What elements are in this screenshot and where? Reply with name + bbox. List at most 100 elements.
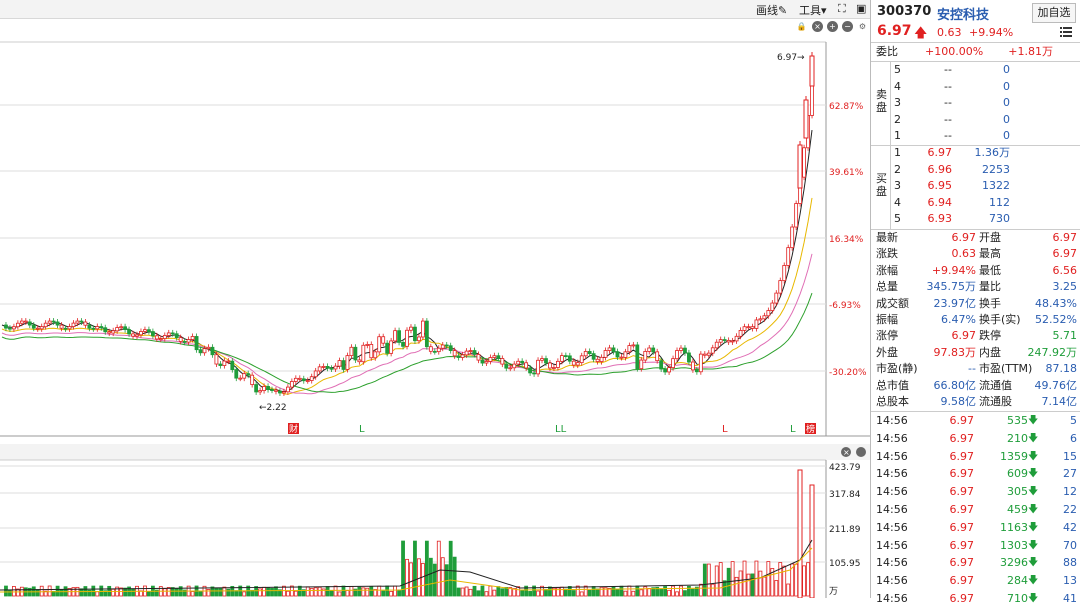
- volume-settings-icon[interactable]: [856, 447, 866, 457]
- volume-bar: [802, 565, 806, 597]
- tick-count: 5: [1070, 414, 1077, 427]
- candle-body: [528, 367, 533, 374]
- menu-icon[interactable]: [1060, 27, 1072, 37]
- order-book-row[interactable]: 5 6.93 730: [871, 211, 1080, 227]
- candle-body: [583, 351, 588, 357]
- order-book-row[interactable]: 4 -- 0: [871, 79, 1080, 95]
- order-book-row[interactable]: 3 -- 0: [871, 95, 1080, 111]
- candle-body: [643, 351, 648, 361]
- quote-row: 最新 6.97 开盘 6.97: [871, 230, 1080, 246]
- candle-body: [8, 327, 12, 330]
- tick-volume: 3296: [1000, 556, 1028, 570]
- volume-bar: [504, 587, 509, 597]
- candle-body: [83, 321, 88, 326]
- book-volume: 0: [1003, 96, 1010, 110]
- book-price: --: [944, 112, 952, 126]
- volume-bar: [329, 589, 334, 597]
- price-change-pct: +9.94%: [969, 26, 1014, 39]
- quote-key: 总市值: [876, 378, 909, 392]
- volume-bar: [313, 587, 318, 597]
- candle-body: [170, 332, 175, 335]
- candle-body: [289, 381, 294, 388]
- tick-price: 6.97: [949, 556, 975, 570]
- order-book-row[interactable]: 4 6.94 112: [871, 195, 1080, 211]
- candle-body: [456, 355, 461, 358]
- volume-bar: [190, 591, 195, 597]
- candle-body: [309, 376, 314, 381]
- volume-bar: [587, 589, 592, 597]
- high-price-label: 6.97→: [777, 53, 805, 63]
- volume-bar: [420, 563, 425, 597]
- order-book-row[interactable]: 2 -- 0: [871, 112, 1080, 128]
- down-arrow-icon: 🡇: [1028, 504, 1039, 515]
- candle-body: [619, 356, 624, 359]
- candle-body: [782, 265, 787, 282]
- book-price: --: [944, 96, 952, 110]
- candle-body: [305, 380, 310, 382]
- candle-body: [413, 326, 417, 342]
- volume-bar: [464, 586, 469, 597]
- svg-text:×: ×: [843, 448, 850, 457]
- quote-value: 48.43%: [1035, 296, 1077, 310]
- candle-body: [274, 389, 278, 392]
- volume-bar: [424, 540, 429, 597]
- volume-bar: [270, 588, 274, 597]
- candle-body: [742, 326, 747, 331]
- candle-body: [424, 320, 429, 348]
- volume-bar: [671, 585, 675, 597]
- volume-bar: [663, 586, 668, 597]
- tick-row: 14:56 6.97 3296 🡇 88: [871, 555, 1080, 571]
- candle-body: [377, 336, 382, 353]
- tick-count: 13: [1063, 574, 1077, 588]
- candle-body: [714, 341, 719, 349]
- tick-volume: 1163: [1000, 520, 1028, 534]
- candle-body: [544, 358, 548, 364]
- candle-body: [809, 55, 815, 87]
- candle-body: [512, 363, 517, 369]
- volume-bar: [436, 540, 441, 597]
- candle-body: [496, 355, 501, 359]
- candle-body: [401, 342, 405, 347]
- order-book-row[interactable]: 5 -- 0: [871, 62, 1080, 78]
- volume-bar: [214, 587, 219, 597]
- candle-body: [206, 346, 211, 350]
- add-watchlist-button[interactable]: 加自选: [1032, 3, 1076, 23]
- volume-bar: [571, 590, 576, 597]
- quote-value: 87.18: [1045, 362, 1078, 376]
- order-book-row[interactable]: 2 6.96 2253: [871, 162, 1080, 178]
- quote-value: 7.14亿: [1041, 395, 1078, 408]
- volume-bar: [714, 565, 719, 597]
- volume-bar: [679, 585, 683, 597]
- candle-body: [409, 326, 413, 331]
- candle-body: [432, 350, 437, 353]
- volume-bar: [774, 580, 779, 597]
- quote-key: 换手: [979, 296, 1001, 310]
- volume-bar: [742, 560, 747, 597]
- volume-header: [0, 444, 870, 460]
- tick-volume: 1359: [1000, 449, 1028, 463]
- volume-bar: [675, 591, 679, 597]
- volume-bar: [389, 591, 394, 597]
- order-book-row[interactable]: 3 6.95 1322: [871, 178, 1080, 194]
- candle-body: [774, 292, 779, 304]
- volume-axis-label: 万: [829, 587, 838, 597]
- volume-bar: [55, 585, 60, 597]
- stock-name[interactable]: 安控科技: [937, 4, 989, 23]
- volume-bar: [667, 589, 671, 597]
- order-book-row[interactable]: 1 -- 0: [871, 128, 1080, 144]
- order-book-row[interactable]: 1 6.97 1.36万: [871, 145, 1080, 161]
- candle-body: [472, 350, 477, 355]
- book-volume: 0: [1003, 79, 1010, 93]
- candle-body: [520, 360, 525, 364]
- volume-bar: [147, 591, 151, 597]
- candle-body: [262, 386, 266, 391]
- volume-axis-label: 211.89: [829, 525, 861, 535]
- tick-row: 14:56 6.97 1359 🡇 15: [871, 449, 1080, 465]
- book-volume: 0: [1003, 112, 1010, 126]
- kline-chart-area[interactable]: 画线✎ 工具▾ ⛶ ▣ 🔒 × + − ⚙ 62.87% 39.61% 16.34%…: [0, 0, 870, 598]
- volume-bar: [448, 540, 453, 597]
- candle-body: [516, 360, 521, 365]
- volume-bar: [706, 563, 711, 597]
- book-volume: 2253: [982, 162, 1010, 176]
- tick-count: 41: [1063, 592, 1077, 605]
